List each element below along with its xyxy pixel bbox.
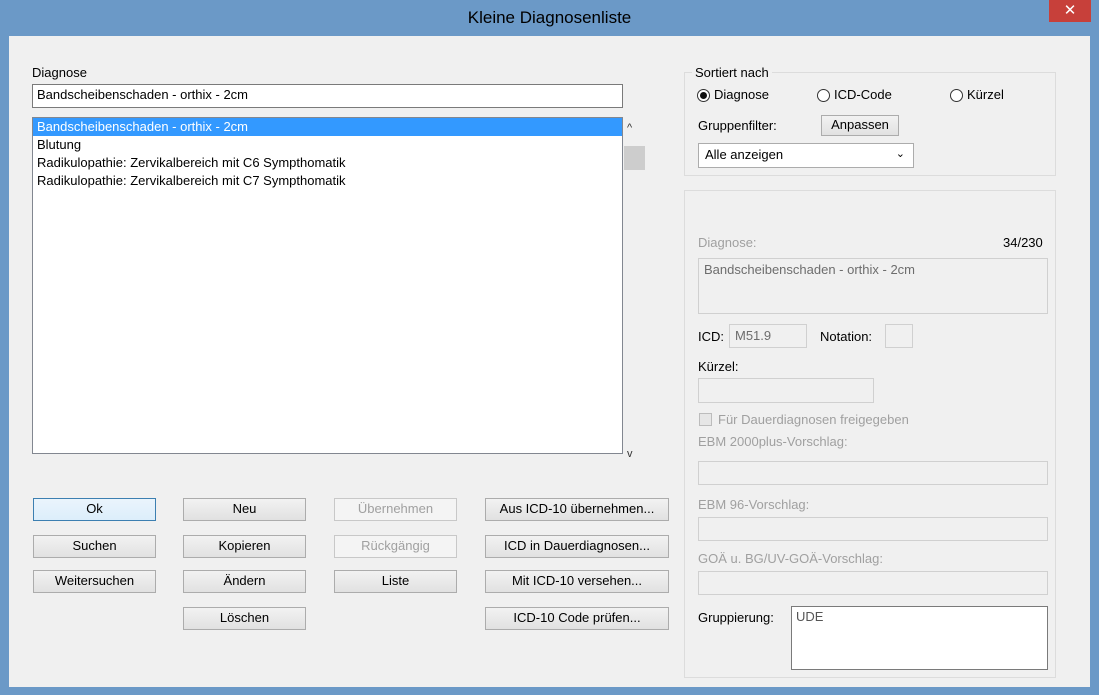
close-button[interactable]: ✕ (1049, 0, 1091, 22)
gruppierung-label: Gruppierung: (698, 610, 774, 625)
dialog-client: Diagnose Bandscheibenschaden - orthix - … (9, 36, 1090, 687)
ok-button[interactable]: Ok (33, 498, 156, 521)
group-filter-value: Alle anzeigen (705, 147, 784, 162)
uebernehmen-button[interactable]: Übernehmen (334, 498, 457, 521)
goae-field (698, 571, 1048, 595)
list-item[interactable]: Bandscheibenschaden - orthix - 2cm (33, 118, 622, 136)
chevron-down-icon: ⌄ (895, 148, 905, 160)
group-filter-select[interactable]: Alle anzeigen ⌄ (698, 143, 914, 168)
anpassen-button[interactable]: Anpassen (821, 115, 899, 136)
group-filter-label: Gruppenfilter: (698, 118, 777, 133)
weitersuchen-button[interactable]: Weitersuchen (33, 570, 156, 593)
kuerzel-field (698, 378, 874, 403)
ebm2000-label: EBM 2000plus-Vorschlag: (698, 434, 848, 449)
title-bar: Kleine Diagnosenliste ✕ (0, 0, 1099, 36)
dauerdiagnosen-checkbox[interactable] (699, 413, 712, 426)
window-title: Kleine Diagnosenliste (467, 8, 632, 27)
list-item[interactable]: Radikulopathie: Zervikalbereich mit C7 S… (33, 172, 622, 190)
dauerdiagnosen-checkbox-label: Für Dauerdiagnosen freigegeben (718, 412, 909, 427)
radio-label-kuerzel[interactable]: Kürzel (967, 87, 1004, 102)
icd-dauerdiagnosen-button[interactable]: ICD in Dauerdiagnosen... (485, 535, 669, 558)
icd-label: ICD: (698, 329, 724, 344)
liste-button[interactable]: Liste (334, 570, 457, 593)
sort-legend: Sortiert nach (692, 65, 772, 80)
diagnose-label: Diagnose (32, 65, 87, 80)
mit-icd-versehen-button[interactable]: Mit ICD-10 versehen... (485, 570, 669, 593)
list-item[interactable]: Blutung (33, 136, 622, 154)
diagnose-input[interactable]: Bandscheibenschaden - orthix - 2cm (32, 84, 623, 108)
rueckgaengig-button[interactable]: Rückgängig (334, 535, 457, 558)
radio-sort-icd[interactable] (817, 89, 830, 102)
diagnose-list-items: Bandscheibenschaden - orthix - 2cm Blutun… (33, 118, 622, 190)
notation-label: Notation: (820, 329, 873, 344)
aus-icd-uebernehmen-button[interactable]: Aus ICD-10 übernehmen... (485, 498, 669, 521)
diagnose-list[interactable]: Bandscheibenschaden - orthix - 2cm Blutun… (32, 117, 623, 454)
scroll-up-icon[interactable]: ^ (627, 122, 632, 134)
ebm96-field (698, 517, 1048, 541)
radio-sort-diagnose[interactable] (697, 89, 710, 102)
radio-label-icd[interactable]: ICD-Code (834, 87, 892, 102)
detail-diagnose-field: Bandscheibenschaden - orthix - 2cm (698, 258, 1048, 314)
suchen-button[interactable]: Suchen (33, 535, 156, 558)
notation-field (885, 324, 913, 348)
detail-diagnose-label: Diagnose: (698, 235, 757, 250)
record-counter: 34/230 (1003, 235, 1043, 250)
icd-field: M51.9 (729, 324, 807, 348)
kuerzel-label: Kürzel: (698, 359, 739, 374)
gruppierung-field[interactable]: UDE (791, 606, 1048, 670)
neu-button[interactable]: Neu (183, 498, 306, 521)
ebm2000-field (698, 461, 1048, 485)
aendern-button[interactable]: Ändern (183, 570, 306, 593)
scroll-down-icon[interactable]: v (627, 448, 633, 460)
goae-label: GOÄ u. BG/UV-GOÄ-Vorschlag: (698, 551, 883, 566)
close-icon: ✕ (1063, 2, 1077, 19)
kopieren-button[interactable]: Kopieren (183, 535, 306, 558)
list-item[interactable]: Radikulopathie: Zervikalbereich mit C6 S… (33, 154, 622, 172)
ebm96-label: EBM 96-Vorschlag: (698, 497, 810, 512)
icd-code-pruefen-button[interactable]: ICD-10 Code prüfen... (485, 607, 669, 630)
radio-sort-kuerzel[interactable] (950, 89, 963, 102)
radio-label-diagnose[interactable]: Diagnose (714, 87, 769, 102)
loeschen-button[interactable]: Löschen (183, 607, 306, 630)
scrollbar-thumb[interactable] (624, 146, 645, 170)
